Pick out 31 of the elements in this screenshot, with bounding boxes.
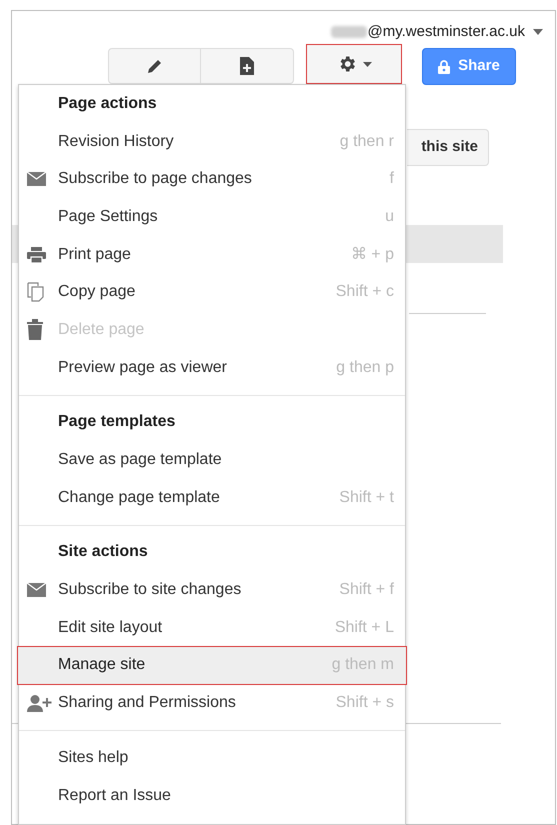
section-heading: Site actions	[58, 542, 148, 562]
lock-icon	[438, 60, 450, 74]
trash-icon	[27, 319, 43, 340]
menu-item[interactable]: Sharing and Permissions Shift + s	[19, 684, 405, 722]
mail-icon	[27, 583, 46, 598]
menu-item[interactable]: Preview page as viewer g then p	[19, 348, 405, 386]
menu-item[interactable]: Page Settings u	[19, 198, 405, 236]
menu-item[interactable]: Print page ⌘ + p	[19, 236, 405, 274]
menu-item[interactable]: Save as page template	[19, 441, 405, 479]
account-email[interactable]: @my.westminster.ac.uk	[368, 20, 525, 44]
menu-item[interactable]: Change page template Shift + t	[19, 478, 405, 517]
page-add-icon	[240, 57, 254, 75]
menu-item[interactable]: Subscribe to page changes f	[19, 160, 405, 198]
printer-icon	[27, 246, 46, 263]
menu-item[interactable]: Revision History g then r	[19, 122, 405, 160]
caret-icon	[362, 62, 372, 66]
copy-icon	[27, 282, 44, 302]
site-button[interactable]: this site	[407, 129, 489, 166]
section-heading: Page actions	[58, 94, 157, 114]
caret-icon[interactable]	[533, 29, 543, 35]
person-add-icon	[27, 694, 52, 712]
menu-item[interactable]: Sites help	[19, 739, 405, 777]
menu-item[interactable]: Report an Issue	[19, 776, 405, 814]
settings-button[interactable]	[306, 44, 402, 84]
menu-item[interactable]: Copy page Shift + c	[19, 273, 405, 312]
pencil-icon	[146, 58, 162, 74]
toolbar-button[interactable]	[201, 48, 294, 84]
menu-item[interactable]: Edit site layout Shift + L	[19, 608, 405, 647]
section-heading: Page templates	[58, 412, 176, 432]
menu-item[interactable]: Subscribe to site changes Shift + f	[19, 571, 405, 609]
mail-icon	[27, 172, 46, 186]
